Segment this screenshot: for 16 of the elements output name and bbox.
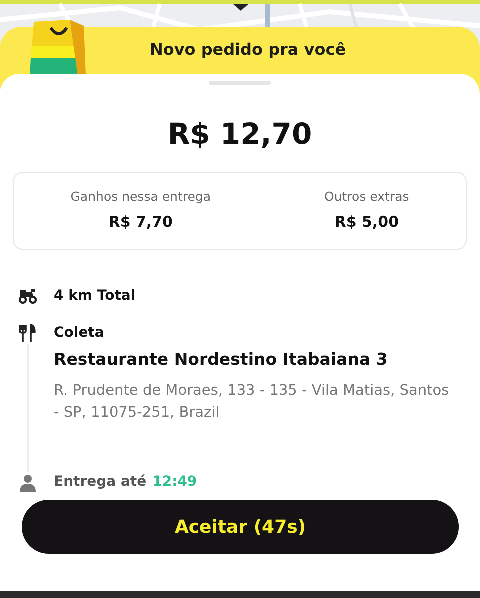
earnings-value: R$ 5,00 bbox=[334, 212, 399, 233]
delivery-time: 12:49 bbox=[152, 473, 198, 492]
accept-button[interactable]: Aceitar (47s) bbox=[22, 500, 459, 554]
person-icon bbox=[18, 474, 38, 492]
earnings-value: R$ 7,70 bbox=[108, 212, 173, 233]
total-amount: R$ 12,70 bbox=[166, 116, 314, 153]
restaurant-address: R. Prudente de Moraes, 133 - 135 - Vila Matias, Santos - SP, 11075-251, Brazil bbox=[54, 382, 450, 424]
fork-knife-icon bbox=[18, 324, 38, 342]
earnings-label: Ganhos nessa entrega bbox=[70, 188, 212, 206]
moped-icon bbox=[18, 287, 38, 305]
distance-text: 4 km Total bbox=[54, 286, 136, 306]
delivery-label: Entrega até bbox=[54, 473, 147, 492]
earnings-label: Outros extras bbox=[324, 188, 410, 206]
header-title: Novo pedido pra você bbox=[150, 39, 346, 61]
pickup-label: Coleta bbox=[54, 324, 104, 342]
restaurant-name: Restaurante Nordestino Itabaiana 3 bbox=[54, 348, 389, 370]
